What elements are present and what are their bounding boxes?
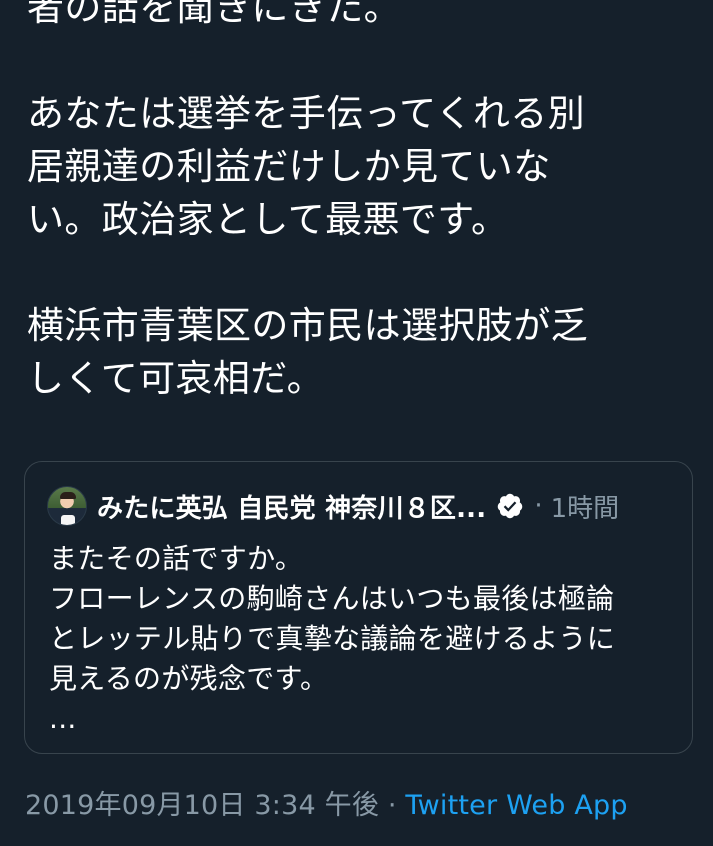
footer-separator: · [379, 790, 406, 821]
tweet-source-link[interactable]: Twitter Web App [405, 790, 627, 821]
tweet-text-line: い。政治家として最悪です。 [27, 198, 509, 241]
quoted-tweet-separator: · [534, 491, 543, 521]
tweet-text-line [27, 246, 697, 299]
tweet-text-line [27, 34, 697, 87]
quoted-tweet-text: またその話ですか。 フローレンスの駒崎さんはいつも最後は極論 とレッテル貼りで真… [49, 539, 669, 739]
quoted-author-name[interactable]: みたに英弘 自民党 神奈川８区... [97, 488, 486, 525]
quoted-tweet-text-line: 見えるのが残念です。 [49, 662, 329, 695]
quoted-tweet-text-line: フローレンスの駒崎さんはいつも最後は極論 [49, 582, 615, 615]
tweet-text-line: 横浜市青葉区の市民は選択肢が乏 [27, 304, 588, 347]
quoted-author-avatar[interactable] [47, 486, 87, 526]
tweet-footer: 2019年09月10日 3:34 午後 · Twitter Web App [25, 783, 628, 822]
quoted-tweet-time[interactable]: 1時間 [551, 488, 620, 525]
tweet-text-line: しくて可哀相だ。 [27, 357, 324, 400]
tweet-text-line: あなたは選挙を手伝ってくれる別 [27, 92, 586, 135]
verified-badge-icon [498, 493, 523, 519]
quoted-tweet-card[interactable]: みたに英弘 自民党 神奈川８区... · 1時間 またその話ですか。 フローレン… [24, 461, 693, 754]
tweet-timestamp[interactable]: 2019年09月10日 3:34 午後 [25, 790, 379, 821]
quoted-tweet-text-line: とレッテル貼りで真摯な議論を避けるように [49, 622, 616, 655]
quoted-tweet-text-line: またその話ですか。 [49, 542, 304, 575]
tweet-text-line: 者の話を聞きにきた。 [27, 0, 401, 29]
quoted-tweet-header: みたに英弘 自民党 神奈川８区... · 1時間 [47, 486, 619, 526]
quoted-tweet-ellipsis: ... [49, 702, 77, 735]
tweet-text: 者の話を聞きにきた。 あなたは選挙を手伝ってくれる別 居親達の利益だけしか見てい… [27, 0, 697, 405]
tweet-text-line: 居親達の利益だけしか見ていな [27, 145, 551, 188]
